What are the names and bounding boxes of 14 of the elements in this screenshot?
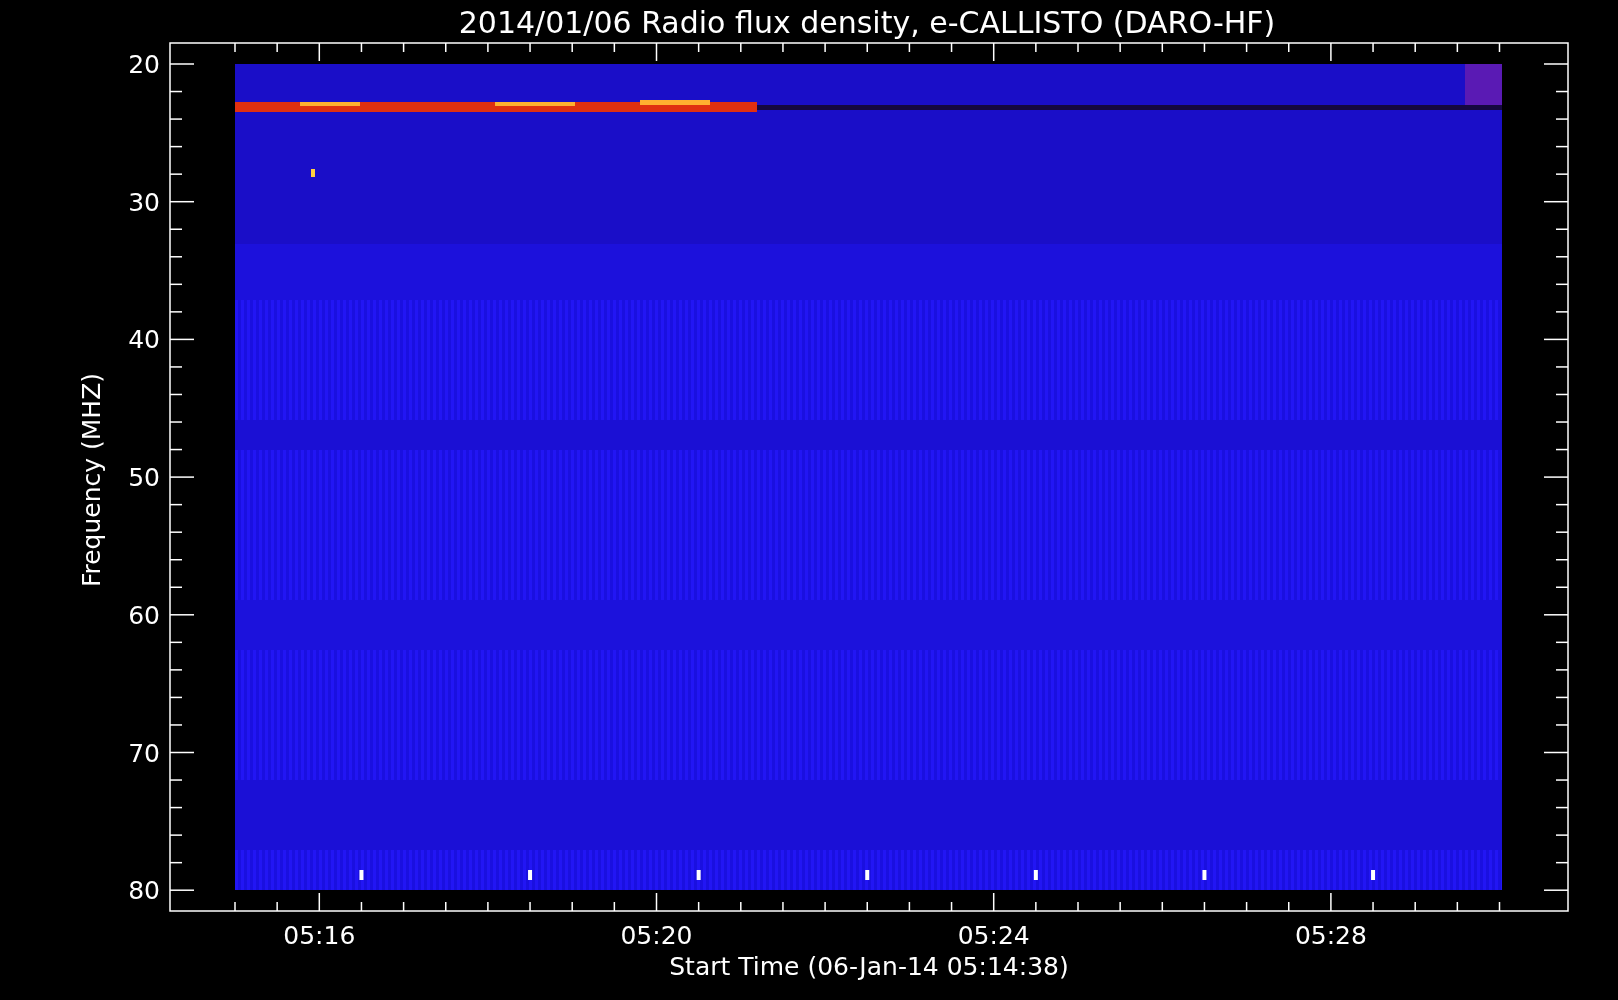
x-tick-label: 05:28 <box>1294 921 1367 950</box>
y-tick-label: 60 <box>128 600 160 630</box>
x-tick-label: 05:24 <box>957 921 1030 950</box>
y-tick-label: 80 <box>128 876 160 906</box>
y-tick-label: 30 <box>128 187 160 217</box>
x-tick-label: 05:16 <box>283 921 356 950</box>
y-axis-label: Frequency (MHZ) <box>77 372 106 588</box>
y-tick-label: 70 <box>128 738 160 768</box>
y-tick-label: 50 <box>128 463 160 493</box>
y-tick-label: 40 <box>128 325 160 355</box>
x-axis-label: Start Time (06-Jan-14 05:14:38) <box>669 952 1069 981</box>
x-tick-label: 05:20 <box>620 921 693 950</box>
y-tick-label: 20 <box>128 50 160 79</box>
chart-title: 2014/01/06 Radio flux density, e-CALLISTO (DARO-HF) <box>458 5 1276 40</box>
